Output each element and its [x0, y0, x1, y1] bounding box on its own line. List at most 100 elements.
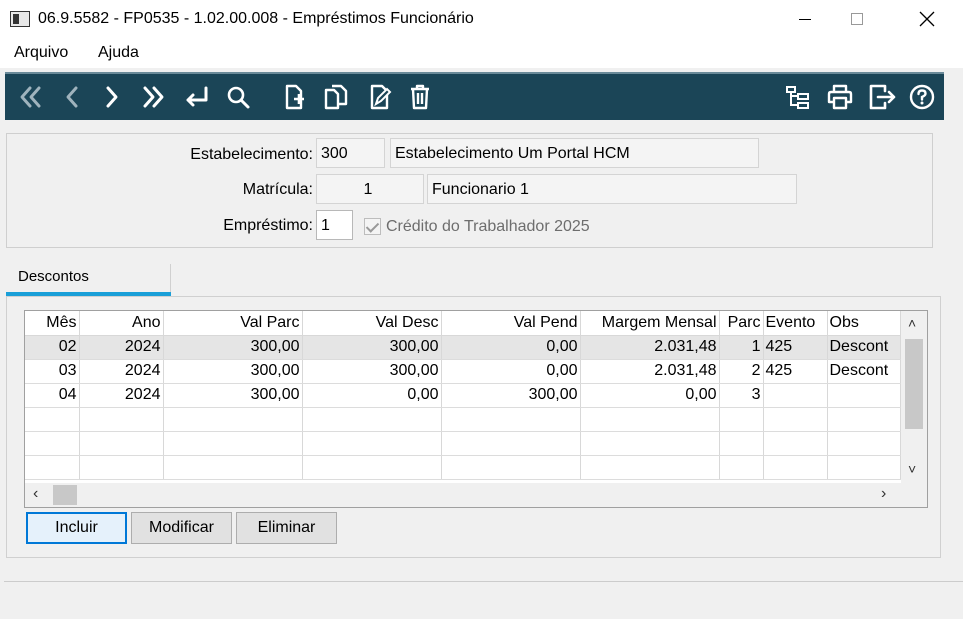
tab-separator: [170, 264, 171, 292]
col-header-ano[interactable]: Ano: [79, 311, 164, 336]
matricula-code-field[interactable]: 1: [316, 174, 424, 204]
table-row[interactable]: 03 2024 300,00 300,00 0,00 2.031,48 2 42…: [25, 359, 901, 384]
cell-parc: 1: [719, 335, 764, 360]
close-button[interactable]: [904, 0, 950, 38]
credito-trabalhador-label: Crédito do Trabalhador 2025: [386, 218, 590, 235]
table-row-empty[interactable]: [25, 455, 901, 480]
cell-mes: 02: [25, 335, 80, 360]
maximize-icon: [851, 13, 863, 25]
tree-button[interactable]: [779, 78, 817, 116]
cell-margem-mensal: 2.031,48: [580, 335, 720, 360]
cell-margem-mensal: 2.031,48: [580, 359, 720, 384]
scroll-down-icon[interactable]: ˅: [908, 461, 916, 477]
col-header-val-parc[interactable]: Val Parc: [163, 311, 303, 336]
new-icon: [285, 84, 304, 110]
next-record-button[interactable]: [93, 78, 131, 116]
incluir-button[interactable]: Incluir: [26, 512, 127, 544]
matricula-label: Matrícula:: [242, 181, 313, 198]
help-icon: [909, 84, 935, 110]
new-button[interactable]: [275, 78, 313, 116]
exit-button[interactable]: [863, 78, 901, 116]
cell-obs: Descont: [827, 335, 901, 360]
first-record-button[interactable]: [11, 78, 49, 116]
search-icon: [227, 86, 250, 109]
emprestimo-code-field[interactable]: 1: [316, 210, 353, 240]
descontos-grid[interactable]: Mês Ano Val Parc Val Desc Val Pend Marge…: [24, 310, 928, 508]
modificar-button[interactable]: Modificar: [131, 512, 232, 544]
last-record-button[interactable]: [135, 78, 173, 116]
cell-val-pend: 0,00: [441, 359, 581, 384]
table-row[interactable]: 04 2024 300,00 0,00 300,00 0,00 3: [25, 383, 901, 408]
previous-record-button[interactable]: [53, 78, 91, 116]
first-icon: [20, 86, 41, 108]
emprestimo-label: Empréstimo:: [223, 217, 313, 234]
header-row: Mês Ano Val Parc Val Desc Val Pend Marge…: [25, 311, 901, 336]
close-icon: [919, 11, 935, 27]
cell-val-desc: 300,00: [302, 359, 442, 384]
minimize-button[interactable]: [782, 0, 828, 38]
status-bar: [4, 581, 963, 619]
credito-trabalhador-checkbox[interactable]: [364, 218, 381, 235]
horizontal-scrollbar[interactable]: ‹ ›: [25, 483, 927, 507]
scroll-right-icon[interactable]: ›: [881, 485, 886, 503]
cell-obs: Descont: [827, 359, 901, 384]
exit-icon: [869, 84, 896, 110]
print-button[interactable]: [821, 78, 859, 116]
previous-icon: [66, 86, 78, 108]
maximize-button[interactable]: [834, 0, 880, 38]
col-header-parc[interactable]: Parc: [719, 311, 764, 336]
menu-arquivo[interactable]: Arquivo: [14, 44, 68, 62]
eliminar-button[interactable]: Eliminar: [236, 512, 337, 544]
scroll-left-icon[interactable]: ‹: [33, 485, 38, 503]
next-icon: [106, 86, 118, 108]
cell-val-parc: 300,00: [163, 359, 303, 384]
table-row[interactable]: 02 2024 300,00 300,00 0,00 2.031,48 1 42…: [25, 335, 901, 360]
scroll-up-icon[interactable]: ˄: [908, 315, 916, 331]
col-header-margem-mensal[interactable]: Margem Mensal: [580, 311, 720, 336]
horizontal-scroll-thumb[interactable]: [53, 485, 77, 505]
search-button[interactable]: [219, 78, 257, 116]
cell-obs: [827, 383, 901, 408]
cell-mes: 03: [25, 359, 80, 384]
cell-evento: 425: [763, 359, 828, 384]
last-icon: [143, 86, 164, 108]
edit-icon: [370, 84, 392, 110]
cell-val-pend: 0,00: [441, 335, 581, 360]
col-header-evento[interactable]: Evento: [763, 311, 828, 336]
delete-button[interactable]: [401, 78, 439, 116]
goto-button[interactable]: [177, 78, 215, 116]
goto-icon: [186, 86, 208, 107]
edit-button[interactable]: [361, 78, 399, 116]
cell-val-desc: 300,00: [302, 335, 442, 360]
cell-margem-mensal: 0,00: [580, 383, 720, 408]
cell-val-pend: 300,00: [441, 383, 581, 408]
copy-button[interactable]: [317, 78, 355, 116]
app-icon: [10, 11, 30, 27]
minimize-icon: [799, 18, 811, 20]
vertical-scroll-thumb[interactable]: [905, 339, 923, 429]
menu-bar: Arquivo Ajuda: [0, 38, 963, 68]
estabelecimento-code-field[interactable]: 300: [316, 138, 385, 168]
col-header-mes[interactable]: Mês: [25, 311, 80, 336]
cell-ano: 2024: [79, 383, 164, 408]
estabelecimento-label: Estabelecimento:: [190, 146, 313, 163]
tree-icon: [786, 86, 809, 109]
tab-descontos[interactable]: Descontos: [6, 264, 171, 296]
cell-ano: 2024: [79, 359, 164, 384]
title-bar: 06.9.5582 - FP0535 - 1.02.00.008 - Empré…: [0, 0, 963, 38]
cell-parc: 3: [719, 383, 764, 408]
col-header-val-desc[interactable]: Val Desc: [302, 311, 442, 336]
col-header-val-pend[interactable]: Val Pend: [441, 311, 581, 336]
tab-descontos-label: Descontos: [18, 268, 89, 285]
vertical-scrollbar[interactable]: ˄ ˅: [901, 311, 927, 483]
cell-ano: 2024: [79, 335, 164, 360]
table-row-empty[interactable]: [25, 431, 901, 456]
help-button[interactable]: [903, 78, 941, 116]
matricula-name-field: Funcionario 1: [427, 174, 797, 204]
table-row-empty[interactable]: [25, 407, 901, 432]
cell-val-parc: 300,00: [163, 383, 303, 408]
menu-ajuda[interactable]: Ajuda: [98, 44, 139, 62]
col-header-obs[interactable]: Obs: [827, 311, 901, 336]
delete-icon: [411, 84, 429, 110]
cell-val-desc: 0,00: [302, 383, 442, 408]
